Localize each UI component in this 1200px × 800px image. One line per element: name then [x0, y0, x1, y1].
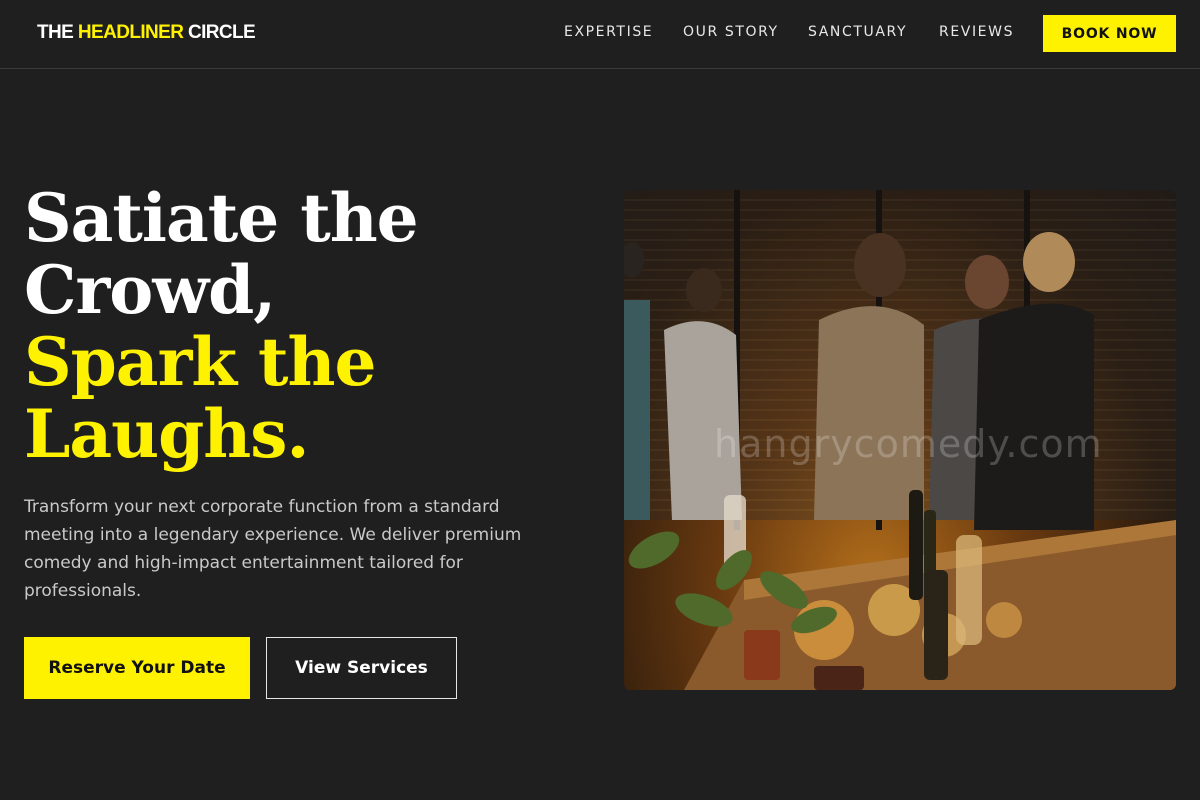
- headline-line-1: Satiate the: [24, 179, 419, 257]
- headline-line-3: Spark the: [24, 323, 377, 401]
- site-logo[interactable]: THE HEADLINER CIRCLE: [37, 22, 256, 44]
- headline-line-4: Laughs.: [24, 395, 309, 473]
- nav-link-sanctuary[interactable]: SANCTUARY: [808, 24, 907, 40]
- logo-text-prefix: THE: [37, 22, 78, 43]
- reserve-date-button[interactable]: Reserve Your Date: [24, 637, 250, 699]
- hero-image: hangrycomedy.com: [624, 190, 1176, 690]
- hero-headline: Satiate the Crowd, Spark the Laughs.: [24, 179, 419, 473]
- logo-text-suffix: CIRCLE: [183, 22, 256, 43]
- nav-link-reviews[interactable]: REVIEWS: [939, 24, 1014, 40]
- book-now-button[interactable]: BOOK NOW: [1043, 15, 1176, 52]
- headline-line-2: Crowd,: [24, 251, 276, 329]
- view-services-button[interactable]: View Services: [266, 637, 457, 699]
- image-watermark: hangrycomedy.com: [714, 422, 1103, 466]
- nav-link-our-story[interactable]: OUR STORY: [683, 24, 779, 40]
- hero-lead-paragraph: Transform your next corporate function f…: [24, 497, 522, 601]
- site-header: THE HEADLINER CIRCLE EXPERTISE OUR STORY…: [0, 0, 1200, 69]
- nav-link-expertise[interactable]: EXPERTISE: [564, 24, 653, 40]
- logo-text-highlight: HEADLINER: [77, 22, 184, 43]
